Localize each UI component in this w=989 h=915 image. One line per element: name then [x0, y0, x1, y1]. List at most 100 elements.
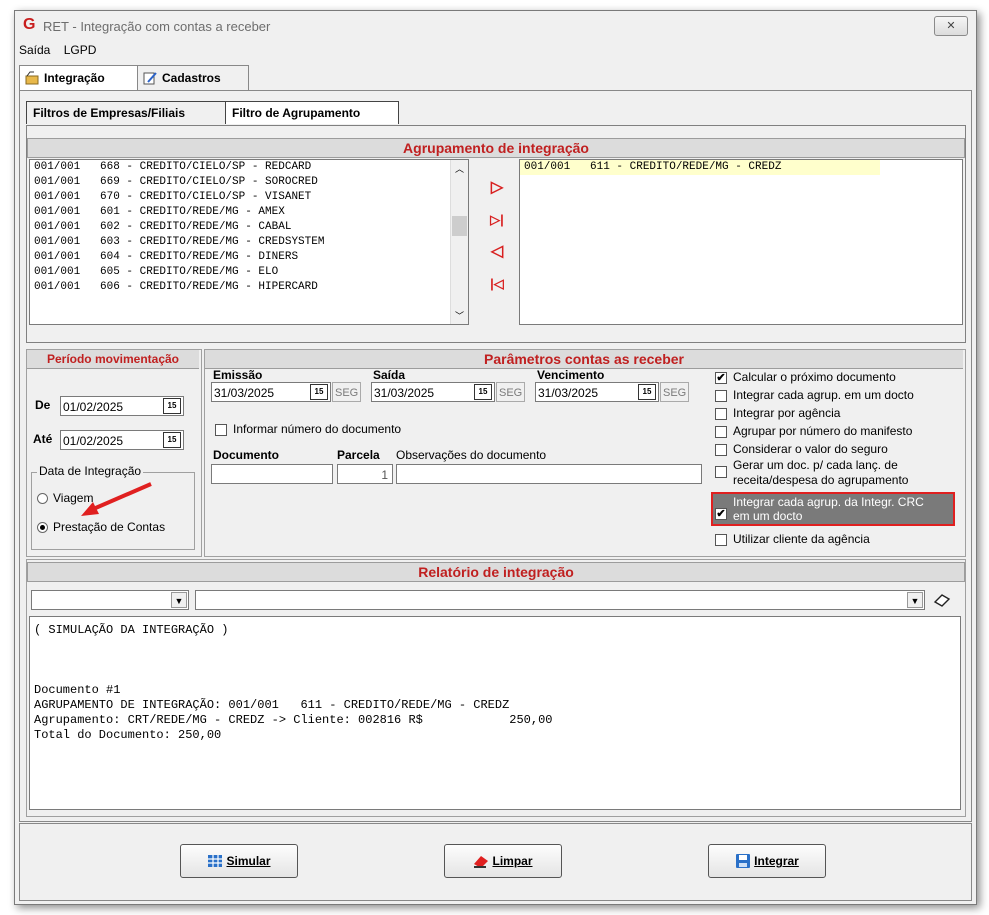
saida-value: 31/03/2025 [374, 386, 435, 400]
move-left-icon[interactable]: ◁ [487, 242, 507, 262]
limpar-label: Limpar [492, 854, 533, 868]
ate-label: Até [33, 432, 53, 446]
calendar-icon[interactable]: 15 [163, 398, 181, 414]
relatorio-group: Relatório de integração ▼ ▼ ( SIMULAÇÃO … [26, 559, 966, 817]
list-item[interactable]: 001/001 605 - CREDITO/REDE/MG - ELO [30, 265, 468, 280]
opt-valor-seguro-checkbox[interactable] [715, 444, 727, 456]
radio-prestacao-label: Prestação de Contas [53, 520, 166, 534]
opt-calcular-checkbox[interactable]: ✔ [715, 372, 727, 384]
report-line: Agrupamento: CRT/REDE/MG - CREDZ -> Clie… [34, 713, 553, 727]
opt-integrar-crc-label-2: em um docto [733, 509, 803, 523]
list-item[interactable]: 001/001 603 - CREDITO/REDE/MG - CREDSYST… [30, 235, 468, 250]
opt-integrar-agencia-label: Integrar por agência [733, 406, 841, 420]
saida-weekday: SEG [496, 382, 526, 402]
opt-gerar-doc-checkbox[interactable] [715, 466, 727, 478]
tab-integracao[interactable]: Integração [19, 65, 145, 92]
parcela-label: Parcela [337, 448, 380, 462]
list-item[interactable]: 001/001 601 - CREDITO/REDE/MG - AMEX [30, 205, 468, 220]
emissao-value: 31/03/2025 [214, 386, 275, 400]
opt-gerar-doc-label: Gerar um doc. p/ cada lanç. de [733, 458, 898, 472]
de-date-field[interactable]: 01/02/2025 15 [60, 396, 184, 416]
report-line [34, 668, 956, 683]
simular-button[interactable]: Simular [180, 844, 298, 878]
calendar-icon[interactable]: 15 [474, 384, 492, 400]
list-item[interactable]: 001/001 668 - CREDITO/CIELO/SP - REDCARD [30, 160, 468, 175]
report-line: AGRUPAMENTO DE INTEGRAÇÃO: 001/001 611 -… [34, 698, 510, 712]
scroll-thumb[interactable] [452, 216, 467, 236]
move-right-icon[interactable]: ▷ [487, 178, 507, 198]
emissao-weekday: SEG [332, 382, 362, 402]
opt-cliente-agencia-checkbox[interactable] [715, 534, 727, 546]
de-date-value: 01/02/2025 [63, 400, 124, 414]
list-item[interactable]: 001/001 606 - CREDITO/REDE/MG - HIPERCAR… [30, 280, 468, 295]
selected-list[interactable]: 001/001 611 - CREDITO/REDE/MG - CREDZ [519, 159, 963, 325]
move-all-left-icon[interactable]: |◁ [487, 274, 507, 294]
opt-cliente-agencia-label: Utilizar cliente da agência [733, 532, 870, 546]
agrupamento-group: Agrupamento de integração 001/001 668 - … [26, 125, 966, 343]
list-item[interactable]: 001/001 670 - CREDITO/CIELO/SP - VISANET [30, 190, 468, 205]
calendar-icon[interactable]: 15 [163, 432, 181, 448]
list-item[interactable]: 001/001 669 - CREDITO/CIELO/SP - SOROCRE… [30, 175, 468, 190]
list-item[interactable]: 001/001 604 - CREDITO/REDE/MG - DINERS [30, 250, 468, 265]
integrar-button[interactable]: Integrar [708, 844, 826, 878]
menu-lgpd[interactable]: LGPD [64, 43, 97, 57]
documento-label: Documento [213, 448, 279, 462]
report-line: ( SIMULAÇÃO DA INTEGRAÇÃO ) [34, 623, 229, 637]
informar-numero-label: Informar número do documento [233, 422, 402, 436]
informar-numero-checkbox[interactable] [215, 424, 227, 436]
tab-cadastros-label: Cadastros [162, 71, 221, 85]
tab-cadastros[interactable]: Cadastros [137, 65, 249, 90]
report-line [34, 653, 956, 668]
parcela-field[interactable]: 1 [337, 464, 393, 484]
radio-viagem[interactable] [37, 493, 48, 504]
edit-pencil-icon [143, 72, 157, 85]
button-bar: Simular Limpar Integrar [19, 823, 972, 901]
opt-valor-seguro-label: Considerar o valor do seguro [733, 442, 888, 456]
save-disk-icon [736, 853, 751, 868]
saida-label: Saída [373, 368, 406, 382]
relatorio-filter-combo[interactable]: ▼ [31, 590, 189, 610]
subtab-filtro-agrupamento[interactable]: Filtro de Agrupamento [225, 101, 399, 124]
radio-prestacao-contas[interactable] [37, 522, 48, 533]
opt-integrar-crc-checkbox[interactable]: ✔ [715, 508, 727, 520]
vencimento-label: Vencimento [537, 368, 605, 382]
vencimento-date-field[interactable]: 31/03/2025 15 [535, 382, 659, 402]
move-all-right-icon[interactable]: ▷| [487, 210, 507, 230]
subtab-filtros-empresas[interactable]: Filtros de Empresas/Filiais [26, 101, 230, 124]
available-list[interactable]: 001/001 668 - CREDITO/CIELO/SP - REDCARD… [29, 159, 469, 325]
main-window: G RET - Integração com contas a receber … [14, 10, 977, 905]
red-arrow-annotation-icon [81, 482, 152, 516]
emissao-date-field[interactable]: 31/03/2025 15 [211, 382, 331, 402]
chevron-down-icon[interactable]: ▼ [171, 592, 187, 608]
calendar-icon[interactable]: 15 [638, 384, 656, 400]
relatorio-text: ( SIMULAÇÃO DA INTEGRAÇÃO ) Documento #1… [29, 616, 961, 810]
scroll-down-icon[interactable]: ﹀ [455, 309, 464, 322]
parametros-group: Parâmetros contas as receber Emissão 31/… [204, 349, 966, 557]
saida-date-field[interactable]: 31/03/2025 15 [371, 382, 495, 402]
opt-integrar-agrup-checkbox[interactable] [715, 390, 727, 402]
integrar-label: Integrar [754, 854, 799, 868]
available-list-scrollbar[interactable]: ︿ ﹀ [450, 160, 468, 324]
integracao-panel: Filtros de Empresas/Filiais Filtro de Ag… [19, 90, 972, 822]
title-bar: G RET - Integração com contas a receber … [15, 11, 976, 41]
opt-agrupar-manifesto-label: Agrupar por número do manifesto [733, 424, 913, 438]
observacoes-field[interactable] [396, 464, 702, 484]
calendar-icon[interactable]: 15 [310, 384, 328, 400]
eraser-icon[interactable] [933, 592, 951, 608]
limpar-button[interactable]: Limpar [444, 844, 562, 878]
chevron-down-icon[interactable]: ▼ [907, 592, 923, 608]
close-button[interactable]: ✕ [934, 16, 968, 36]
periodo-header: Período movimentação [27, 350, 199, 369]
hand-folder-icon [25, 71, 39, 85]
periodo-group: Período movimentação De 01/02/2025 15 At… [26, 349, 202, 557]
relatorio-select-combo[interactable]: ▼ [195, 590, 925, 610]
opt-integrar-agencia-checkbox[interactable] [715, 408, 727, 420]
opt-integrar-agrup-label: Integrar cada agrup. em um docto [733, 388, 914, 402]
opt-agrupar-manifesto-checkbox[interactable] [715, 426, 727, 438]
scroll-up-icon[interactable]: ︿ [455, 162, 464, 175]
list-item[interactable]: 001/001 602 - CREDITO/REDE/MG - CABAL [30, 220, 468, 235]
menu-saida[interactable]: Saída [19, 43, 50, 57]
documento-field[interactable] [211, 464, 333, 484]
ate-date-field[interactable]: 01/02/2025 15 [60, 430, 184, 450]
list-item[interactable]: 001/001 611 - CREDITO/REDE/MG - CREDZ [520, 160, 880, 175]
